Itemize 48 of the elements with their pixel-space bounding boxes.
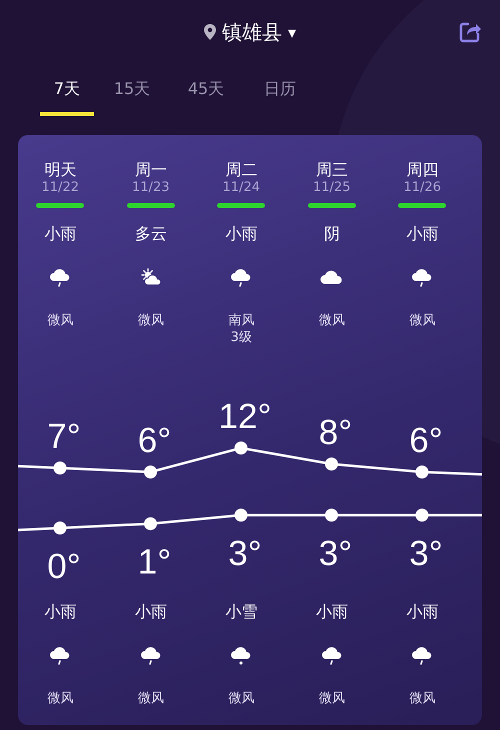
day-name: 周一 bbox=[134, 160, 167, 180]
day-weather: 小雨 bbox=[406, 224, 438, 244]
day-weather: 多云 bbox=[134, 224, 167, 244]
tab[interactable]: 7天 bbox=[40, 64, 94, 116]
day-wind: 南风 3级 bbox=[228, 312, 254, 346]
night-wind: 微风 bbox=[318, 690, 345, 707]
day-name: 周二 bbox=[225, 160, 258, 180]
day-weather: 小雨 bbox=[44, 224, 76, 244]
low-temperature: 1° bbox=[138, 542, 172, 582]
day-date: 11/25 bbox=[313, 180, 350, 196]
day-wind: 微风 bbox=[47, 312, 74, 329]
low-temperature: 3° bbox=[318, 534, 352, 574]
night-weather: 小雪 bbox=[225, 602, 258, 622]
day-name: 周三 bbox=[316, 160, 348, 180]
day-wind: 微风 bbox=[409, 312, 436, 329]
day-weather: 阴 bbox=[324, 224, 340, 244]
low-temperature: 3° bbox=[228, 534, 262, 574]
day-wind: 微风 bbox=[318, 312, 345, 329]
day-name: 周四 bbox=[406, 160, 438, 180]
location-name[interactable]: 镇雄县 bbox=[222, 18, 282, 46]
night-weather: 小雨 bbox=[44, 602, 76, 622]
high-temperature: 6° bbox=[409, 421, 443, 460]
night-wind: 微风 bbox=[47, 690, 74, 707]
location-pin-icon bbox=[204, 24, 216, 40]
day-name: 明天 bbox=[44, 160, 76, 180]
night-weather: 小雨 bbox=[406, 602, 438, 622]
share-icon[interactable] bbox=[458, 20, 482, 44]
high-temperature: 8° bbox=[318, 413, 352, 452]
high-temperature: 6° bbox=[138, 421, 172, 460]
low-temperature: 0° bbox=[47, 547, 81, 586]
night-wind: 微风 bbox=[228, 690, 254, 707]
night-weather: 小雨 bbox=[134, 602, 167, 622]
day-date: 11/24 bbox=[222, 180, 260, 196]
low-temperature: 3° bbox=[409, 534, 443, 574]
tab[interactable]: 日历 bbox=[250, 64, 310, 116]
night-weather: 小雨 bbox=[316, 602, 348, 622]
tab[interactable]: 15天 bbox=[102, 64, 162, 116]
dropdown-caret[interactable]: ▾ bbox=[288, 22, 296, 42]
day-date: 11/26 bbox=[404, 180, 441, 196]
day-weather: 小雨 bbox=[225, 224, 258, 244]
tab[interactable]: 45天 bbox=[176, 64, 236, 116]
day-date: 11/22 bbox=[42, 180, 79, 196]
night-wind: 微风 bbox=[138, 690, 164, 707]
high-temperature: 12° bbox=[218, 397, 272, 436]
day-wind: 微风 bbox=[138, 312, 164, 329]
high-temperature: 7° bbox=[47, 417, 81, 456]
night-wind: 微风 bbox=[409, 690, 436, 707]
day-date: 11/23 bbox=[132, 180, 170, 196]
